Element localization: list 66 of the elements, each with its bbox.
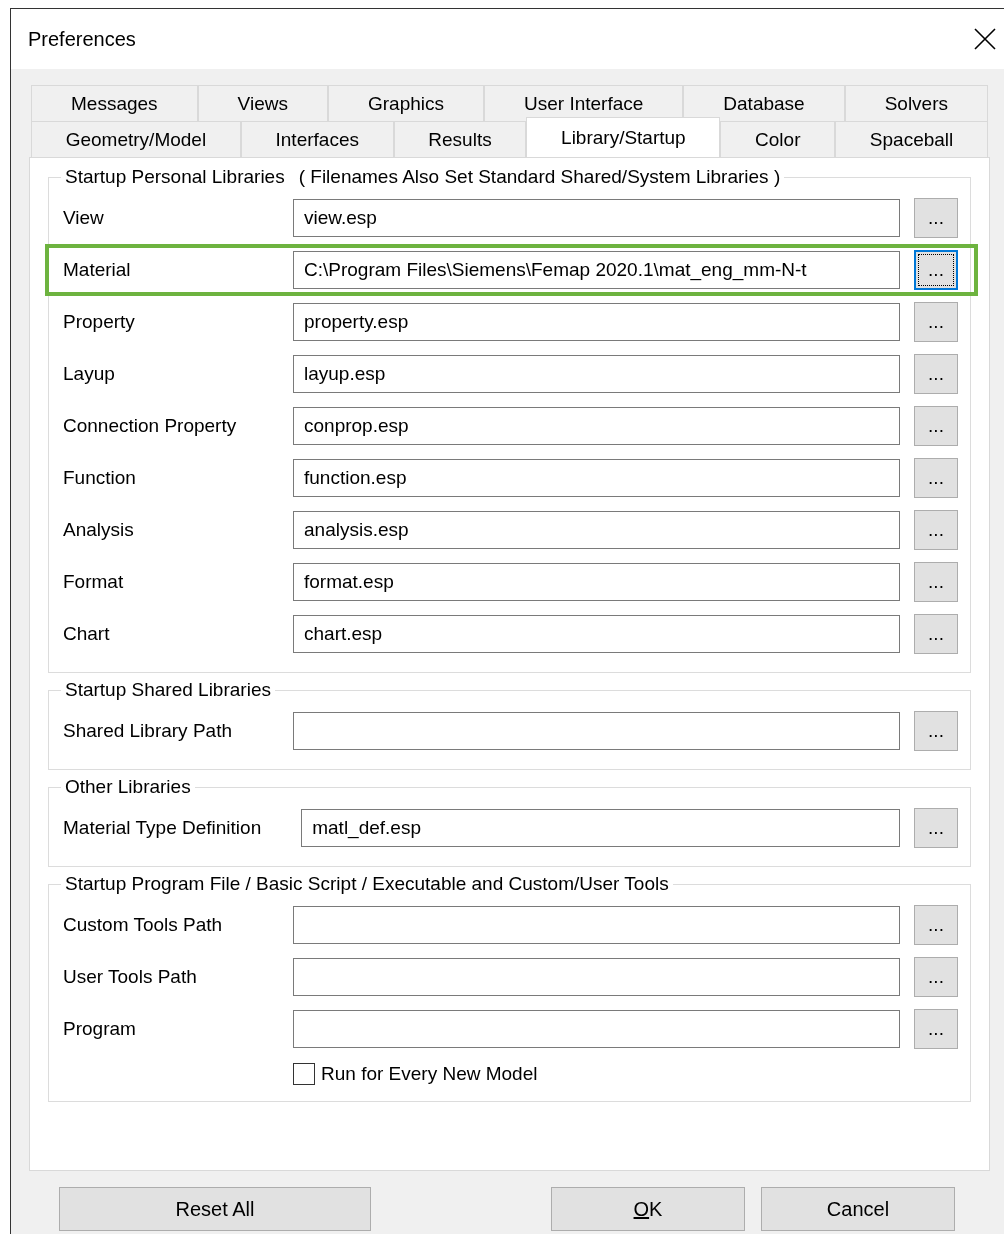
- field-label: Format: [63, 571, 125, 593]
- browse-button[interactable]: ...: [914, 957, 958, 997]
- browse-button[interactable]: ...: [914, 562, 958, 602]
- reset-button[interactable]: Reset All: [59, 1187, 371, 1231]
- group-title: Other Libraries: [65, 776, 191, 798]
- browse-button[interactable]: ...: [914, 354, 958, 394]
- browse-button[interactable]: ...: [914, 250, 958, 290]
- field-label: Analysis: [63, 519, 135, 541]
- tab[interactable]: Database: [683, 85, 845, 121]
- input-field[interactable]: [293, 1010, 900, 1048]
- field-label: Material Type Definition: [63, 817, 263, 839]
- input-field[interactable]: analysis.esp: [293, 511, 900, 549]
- browse-button[interactable]: ...: [914, 198, 958, 238]
- dialog-button[interactable]: Cancel: [761, 1187, 955, 1231]
- input-field[interactable]: [293, 906, 900, 944]
- field-label: User Tools Path: [63, 966, 198, 988]
- browse-button[interactable]: ...: [914, 458, 958, 498]
- input-field[interactable]: view.esp: [293, 199, 900, 237]
- browse-button[interactable]: ...: [914, 302, 958, 342]
- close-icon[interactable]: [974, 28, 996, 50]
- field-label: Layup: [63, 363, 116, 385]
- tab[interactable]: Geometry/Model: [31, 121, 241, 157]
- field-label: Chart: [63, 623, 111, 645]
- browse-button[interactable]: ...: [914, 711, 958, 751]
- field-label: Function: [63, 467, 137, 489]
- tab[interactable]: User Interface: [484, 85, 684, 121]
- checkbox-label: Run for Every New Model: [321, 1063, 538, 1085]
- group-title: Startup Shared Libraries: [65, 679, 271, 701]
- input-field[interactable]: layup.esp: [293, 355, 900, 393]
- window-title: Preferences: [28, 27, 136, 51]
- browse-button[interactable]: ...: [914, 406, 958, 446]
- field-label: Connection Property: [63, 415, 238, 437]
- group-title: Startup Personal Libraries: [65, 166, 285, 188]
- input-field[interactable]: format.esp: [293, 563, 900, 601]
- input-field[interactable]: C:\Program Files\Siemens\Femap 2020.1\mat_eng_mm-N-t: [293, 251, 900, 289]
- input-field[interactable]: chart.esp: [293, 615, 900, 653]
- browse-button[interactable]: ...: [914, 905, 958, 945]
- tab[interactable]: Color: [720, 121, 836, 157]
- field-label: Property: [63, 311, 136, 333]
- browse-button[interactable]: ...: [914, 510, 958, 550]
- field-label: Shared Library Path: [63, 720, 233, 742]
- group-note: ( Filenames Also Set Standard Shared/System Libraries ): [298, 166, 781, 188]
- field-label: Program: [63, 1018, 137, 1040]
- browse-button[interactable]: ...: [914, 1009, 958, 1049]
- input-field[interactable]: function.esp: [293, 459, 900, 497]
- browse-button[interactable]: ...: [914, 614, 958, 654]
- checkbox[interactable]: [293, 1063, 315, 1085]
- tab[interactable]: Views: [197, 85, 328, 121]
- tab[interactable]: Results: [393, 121, 527, 157]
- field-label: View: [63, 207, 105, 229]
- input-field[interactable]: [293, 958, 900, 996]
- field-label: Custom Tools Path: [63, 914, 224, 936]
- tab[interactable]: Solvers: [844, 85, 988, 121]
- browse-button[interactable]: ...: [914, 808, 958, 848]
- tab[interactable]: Spaceball: [835, 121, 988, 157]
- dialog-button[interactable]: OK: [551, 1187, 745, 1231]
- input-field[interactable]: matl_def.esp: [301, 809, 900, 847]
- tab[interactable]: Interfaces: [240, 121, 394, 157]
- tab[interactable]: Messages: [31, 85, 198, 121]
- input-field[interactable]: property.esp: [293, 303, 900, 341]
- input-field[interactable]: conprop.esp: [293, 407, 900, 445]
- tab[interactable]: Graphics: [327, 85, 484, 121]
- group-title: Startup Program File / Basic Script / Executable and Custom/User Tools: [65, 873, 669, 895]
- tab[interactable]: Library/Startup: [526, 117, 721, 157]
- input-field[interactable]: [293, 712, 900, 750]
- field-label: Material: [63, 259, 132, 281]
